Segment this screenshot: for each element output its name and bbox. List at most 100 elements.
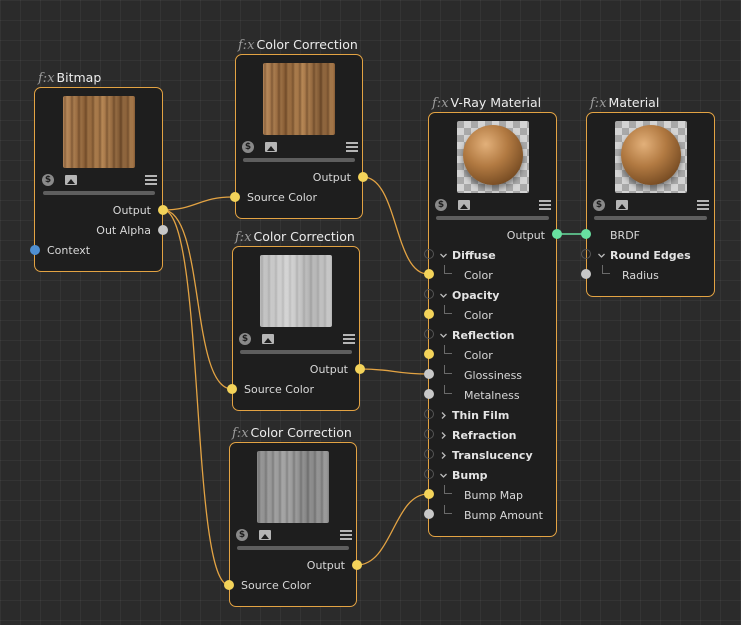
material-node-title[interactable]: f:x Material: [590, 93, 659, 113]
bump-amount-port[interactable]: [424, 509, 434, 519]
color-correction-node-1[interactable]: $ Output Source Color: [235, 54, 363, 219]
s-badge-icon[interactable]: $: [242, 141, 254, 153]
group-bump[interactable]: Bump: [452, 469, 488, 483]
bitmap-preview: [63, 96, 135, 168]
reflection-group-port[interactable]: [424, 329, 434, 339]
round-edges-group-port[interactable]: [581, 249, 591, 259]
radius-port[interactable]: [581, 269, 591, 279]
chevron-down-icon[interactable]: [439, 471, 448, 480]
bitmap-out-alpha-port[interactable]: [158, 225, 168, 235]
s-badge-icon[interactable]: $: [435, 199, 447, 211]
diffuse-color-port[interactable]: [424, 269, 434, 279]
cc3-source-color-port[interactable]: [224, 580, 234, 590]
menu-icon[interactable]: [343, 334, 355, 344]
chevron-down-icon[interactable]: [439, 251, 448, 260]
material-node[interactable]: $ BRDF Round Edges Radius: [586, 112, 715, 297]
menu-icon[interactable]: [340, 530, 352, 540]
cc3-node-title[interactable]: f:x Color Correction: [232, 423, 352, 443]
node-toolbar: $: [242, 141, 358, 155]
function-icon: f:x: [232, 426, 249, 441]
port-label-reflection-color: Color: [464, 349, 493, 362]
group-refraction[interactable]: Refraction: [452, 429, 517, 443]
menu-icon[interactable]: [145, 175, 157, 185]
port-label-bump-amount: Bump Amount: [464, 509, 543, 522]
image-icon[interactable]: [616, 200, 628, 210]
cc1-source-color-port[interactable]: [230, 192, 240, 202]
port-label-out-alpha: Out Alpha: [96, 224, 151, 237]
menu-icon[interactable]: [346, 142, 358, 152]
bitmap-context-port[interactable]: [30, 245, 40, 255]
bitmap-node[interactable]: $ Output Out Alpha Context: [34, 87, 163, 272]
menu-icon[interactable]: [697, 200, 709, 210]
menu-icon[interactable]: [539, 200, 551, 210]
chevron-right-icon[interactable]: [439, 451, 448, 460]
chevron-down-icon[interactable]: [439, 291, 448, 300]
cc1-output-port[interactable]: [358, 172, 368, 182]
material-brdf-port[interactable]: [581, 229, 591, 239]
image-icon[interactable]: [259, 530, 271, 540]
group-diffuse[interactable]: Diffuse: [452, 249, 496, 263]
cc1-preview: [263, 63, 335, 135]
port-label-metalness: Metalness: [464, 389, 520, 402]
port-label-output: Output: [309, 363, 348, 376]
color-correction-node-3[interactable]: $ Output Source Color: [229, 442, 357, 607]
opacity-group-port[interactable]: [424, 289, 434, 299]
wire-bitmap-to-cc1: [162, 196, 233, 211]
port-label-radius: Radius: [622, 269, 659, 282]
image-icon[interactable]: [265, 142, 277, 152]
bitmap-node-title[interactable]: f:x Bitmap: [38, 68, 101, 88]
function-icon: f:x: [590, 96, 607, 111]
color-correction-node-2[interactable]: $ Output Source Color: [232, 246, 360, 411]
function-icon: f:x: [432, 96, 449, 111]
chevron-right-icon[interactable]: [439, 431, 448, 440]
image-icon[interactable]: [458, 200, 470, 210]
wire-cc2-to-reflection: [359, 368, 429, 375]
translucency-group-port[interactable]: [424, 449, 434, 459]
chevron-down-icon[interactable]: [439, 331, 448, 340]
reflection-color-port[interactable]: [424, 349, 434, 359]
image-icon[interactable]: [262, 334, 274, 344]
cc3-output-port[interactable]: [352, 560, 362, 570]
vray-output-port[interactable]: [552, 229, 562, 239]
function-icon: f:x: [235, 230, 252, 245]
cc1-node-title[interactable]: f:x Color Correction: [238, 35, 358, 55]
wire-cc3-to-bumpmap: [356, 493, 429, 566]
bump-group-port[interactable]: [424, 469, 434, 479]
chevron-down-icon[interactable]: [597, 251, 606, 260]
thin-film-group-port[interactable]: [424, 409, 434, 419]
s-badge-icon[interactable]: $: [593, 199, 605, 211]
group-thin-film[interactable]: Thin Film: [452, 409, 509, 423]
s-badge-icon[interactable]: $: [236, 529, 248, 541]
diffuse-group-port[interactable]: [424, 249, 434, 259]
cc2-node-title[interactable]: f:x Color Correction: [235, 227, 355, 247]
cc3-preview: [257, 451, 329, 523]
preview-slider[interactable]: [240, 350, 352, 354]
group-opacity[interactable]: Opacity: [452, 289, 499, 303]
vray-node-title[interactable]: f:x V-Ray Material: [432, 93, 541, 113]
opacity-color-port[interactable]: [424, 309, 434, 319]
group-round-edges[interactable]: Round Edges: [610, 249, 691, 263]
chevron-right-icon[interactable]: [439, 411, 448, 420]
vray-material-node[interactable]: $ Output Diffuse Color Opacity Color Ref…: [428, 112, 557, 537]
cc2-source-color-port[interactable]: [227, 384, 237, 394]
wire-cc1-to-diffuse: [362, 176, 429, 275]
preview-slider[interactable]: [243, 158, 355, 162]
s-badge-icon[interactable]: $: [42, 174, 54, 186]
node-toolbar: $: [236, 529, 352, 543]
bitmap-output-port[interactable]: [158, 205, 168, 215]
preview-slider[interactable]: [237, 546, 349, 550]
metalness-port[interactable]: [424, 389, 434, 399]
bump-map-port[interactable]: [424, 489, 434, 499]
group-translucency[interactable]: Translucency: [452, 449, 533, 463]
node-toolbar: $: [435, 199, 551, 213]
s-badge-icon[interactable]: $: [239, 333, 251, 345]
glossiness-port[interactable]: [424, 369, 434, 379]
preview-slider[interactable]: [594, 216, 707, 220]
refraction-group-port[interactable]: [424, 429, 434, 439]
port-label-opacity-color: Color: [464, 309, 493, 322]
cc2-output-port[interactable]: [355, 364, 365, 374]
image-icon[interactable]: [65, 175, 77, 185]
preview-slider[interactable]: [43, 191, 155, 195]
group-reflection[interactable]: Reflection: [452, 329, 514, 343]
preview-slider[interactable]: [436, 216, 549, 220]
